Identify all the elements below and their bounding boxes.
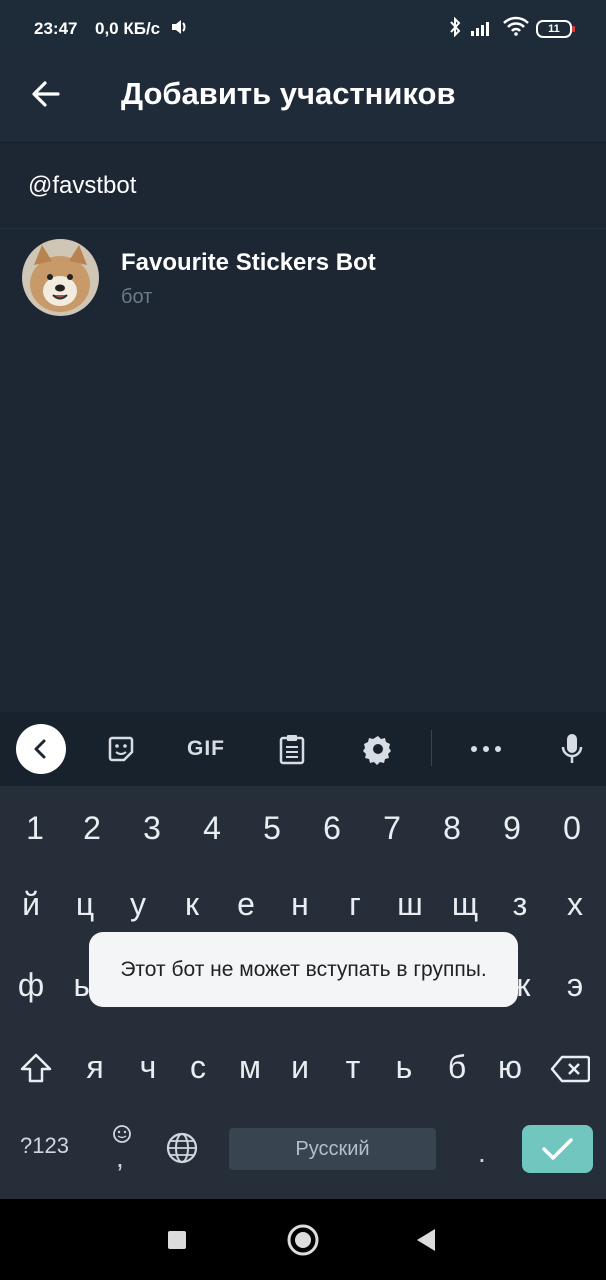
system-nav-bar [0, 1199, 606, 1280]
microphone-icon [561, 734, 583, 763]
avatar [22, 239, 99, 316]
recents-button[interactable] [166, 1229, 188, 1256]
result-name: Favourite Stickers Bot [121, 249, 376, 276]
emoji-comma-key[interactable]: , [106, 1124, 138, 1173]
period-key[interactable]: . [478, 1137, 486, 1169]
collapse-keyboard-button[interactable] [16, 724, 66, 774]
clipboard-icon [279, 735, 305, 765]
key-3[interactable]: 3 [122, 810, 182, 847]
circle-icon [287, 1224, 319, 1256]
key-5[interactable]: 5 [242, 810, 302, 847]
chevron-left-icon [34, 739, 46, 759]
volume-icon [170, 18, 190, 41]
gear-icon [363, 736, 391, 765]
key-8[interactable]: 8 [422, 810, 482, 847]
backspace-key[interactable] [540, 1054, 600, 1091]
key-е[interactable]: е [216, 886, 276, 923]
key-б[interactable]: б [427, 1049, 487, 1086]
symbols-key[interactable]: ?123 [20, 1133, 69, 1159]
keyboard-bottom-row: ?123 , Русский . [0, 1109, 606, 1189]
key-щ[interactable]: щ [435, 886, 495, 923]
key-и[interactable]: и [270, 1049, 330, 1086]
key-2[interactable]: 2 [62, 810, 122, 847]
toast-message: Этот бот не может вступать в группы. [89, 932, 518, 1007]
key-6[interactable]: 6 [302, 810, 362, 847]
key-ь[interactable]: ь [374, 1049, 434, 1086]
key-х[interactable]: х [545, 886, 605, 923]
key-7[interactable]: 7 [362, 810, 422, 847]
key-й[interactable]: й [1, 886, 61, 923]
back-button[interactable] [28, 76, 64, 112]
triangle-back-icon [417, 1229, 435, 1251]
comma-label: , [116, 1142, 124, 1173]
key-з[interactable]: з [490, 886, 550, 923]
key-у[interactable]: у [108, 886, 168, 923]
key-0[interactable]: 0 [542, 810, 602, 847]
keyboard-toolbar: GIF [0, 712, 606, 786]
key-с[interactable]: с [168, 1049, 228, 1086]
key-4[interactable]: 4 [182, 810, 242, 847]
search-input[interactable]: @favstbot [28, 172, 136, 200]
key-9[interactable]: 9 [482, 810, 542, 847]
space-key[interactable]: Русский [229, 1128, 436, 1170]
signal-icon [470, 20, 494, 41]
status-time: 23:47 [34, 19, 78, 38]
key-1[interactable]: 1 [5, 810, 65, 847]
list-item[interactable]: Favourite Stickers Bot бот [0, 228, 606, 328]
key-ю[interactable]: ю [480, 1049, 540, 1086]
key-г[interactable]: г [325, 886, 385, 923]
more-icon [471, 746, 501, 752]
microphone-button[interactable] [556, 724, 588, 774]
page-title: Добавить участников [121, 76, 456, 111]
key-ц[interactable]: ц [55, 886, 115, 923]
key-н[interactable]: н [270, 886, 330, 923]
sticker-icon [108, 736, 134, 762]
enter-key[interactable] [522, 1125, 593, 1173]
shift-key[interactable] [6, 1052, 66, 1092]
bluetooth-icon [448, 16, 462, 42]
settings-button[interactable] [361, 724, 395, 774]
key-э[interactable]: э [545, 967, 605, 1004]
globe-icon [166, 1132, 198, 1164]
search-field-container: @favstbot [0, 142, 606, 229]
language-key[interactable] [165, 1131, 199, 1165]
key-ш[interactable]: ш [380, 886, 440, 923]
back-nav-button[interactable] [414, 1227, 438, 1258]
shift-icon [20, 1053, 52, 1083]
network-speed: 0,0 КБ/с [95, 19, 161, 38]
key-я[interactable]: я [65, 1049, 125, 1086]
toolbar-divider [431, 730, 432, 766]
clipboard-button[interactable] [275, 724, 309, 774]
status-bar: 23:47 0,0 КБ/с 11 [0, 0, 606, 52]
backspace-icon [550, 1055, 591, 1083]
gif-label: GIF [187, 737, 225, 760]
square-icon [168, 1231, 186, 1249]
key-к[interactable]: к [162, 886, 222, 923]
app-bar: Добавить участников [0, 52, 606, 142]
gif-button[interactable]: GIF [183, 724, 229, 774]
arrow-left-icon [32, 81, 60, 107]
home-button[interactable] [286, 1223, 320, 1262]
key-ф[interactable]: ф [1, 967, 61, 1004]
battery-icon: 11 [536, 20, 575, 38]
wifi-icon [503, 16, 529, 41]
sticker-button[interactable] [103, 724, 139, 774]
result-subtitle: бот [121, 286, 153, 308]
more-button[interactable] [468, 724, 504, 774]
check-icon [542, 1138, 573, 1160]
